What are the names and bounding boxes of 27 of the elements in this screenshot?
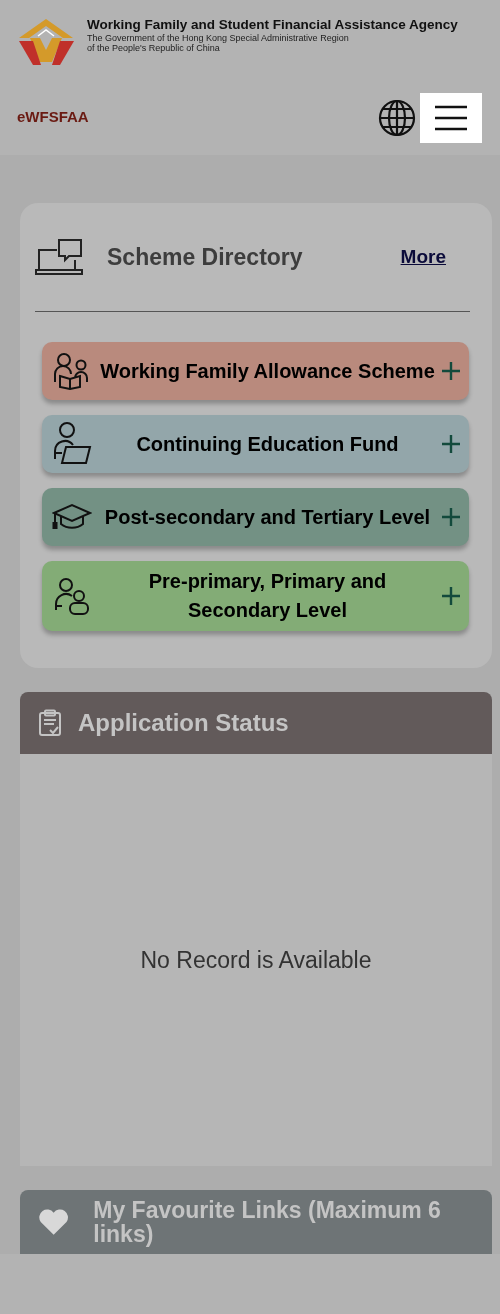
more-link[interactable]: More	[400, 242, 446, 272]
government-line: The Government of the Hong Kong Special Administrative Region	[87, 32, 350, 44]
graduation-cap-icon	[52, 503, 92, 531]
globe-icon[interactable]	[378, 98, 416, 137]
section-title: My Favourite Links (Maximum 6 links)	[93, 1197, 442, 1247]
empty-message: No Record is Available	[140, 945, 372, 975]
scheme-button[interactable]: Pre-primary, Primary and Secondary Level	[42, 561, 469, 631]
scheme-button[interactable]: Working Family Allowance Scheme	[42, 342, 469, 400]
plus-icon	[441, 434, 461, 454]
laptop-chat-icon	[35, 238, 83, 276]
section-title: Application Status	[78, 708, 289, 738]
two-people-icon	[53, 576, 91, 616]
menu-button[interactable]	[420, 92, 482, 143]
site-name[interactable]: eWFSFAA	[17, 106, 89, 129]
menu-icon	[434, 104, 468, 131]
agency-logo	[18, 18, 75, 68]
plus-icon	[441, 361, 461, 381]
plus-icon	[441, 507, 461, 527]
plus-icon	[441, 586, 461, 606]
heart-icon	[38, 1207, 70, 1237]
scheme-button[interactable]: Post-secondary and Tertiary Level	[42, 488, 469, 546]
section-title: Scheme Directory	[107, 242, 303, 272]
person-laptop-icon	[52, 421, 92, 467]
clipboard-icon	[38, 709, 62, 737]
scheme-button[interactable]: Continuing Education Fund	[42, 415, 469, 473]
agency-name: Working Family and Student Financial Assistance Agency	[87, 18, 458, 33]
government-line: of the People's Republic of China	[87, 43, 221, 54]
